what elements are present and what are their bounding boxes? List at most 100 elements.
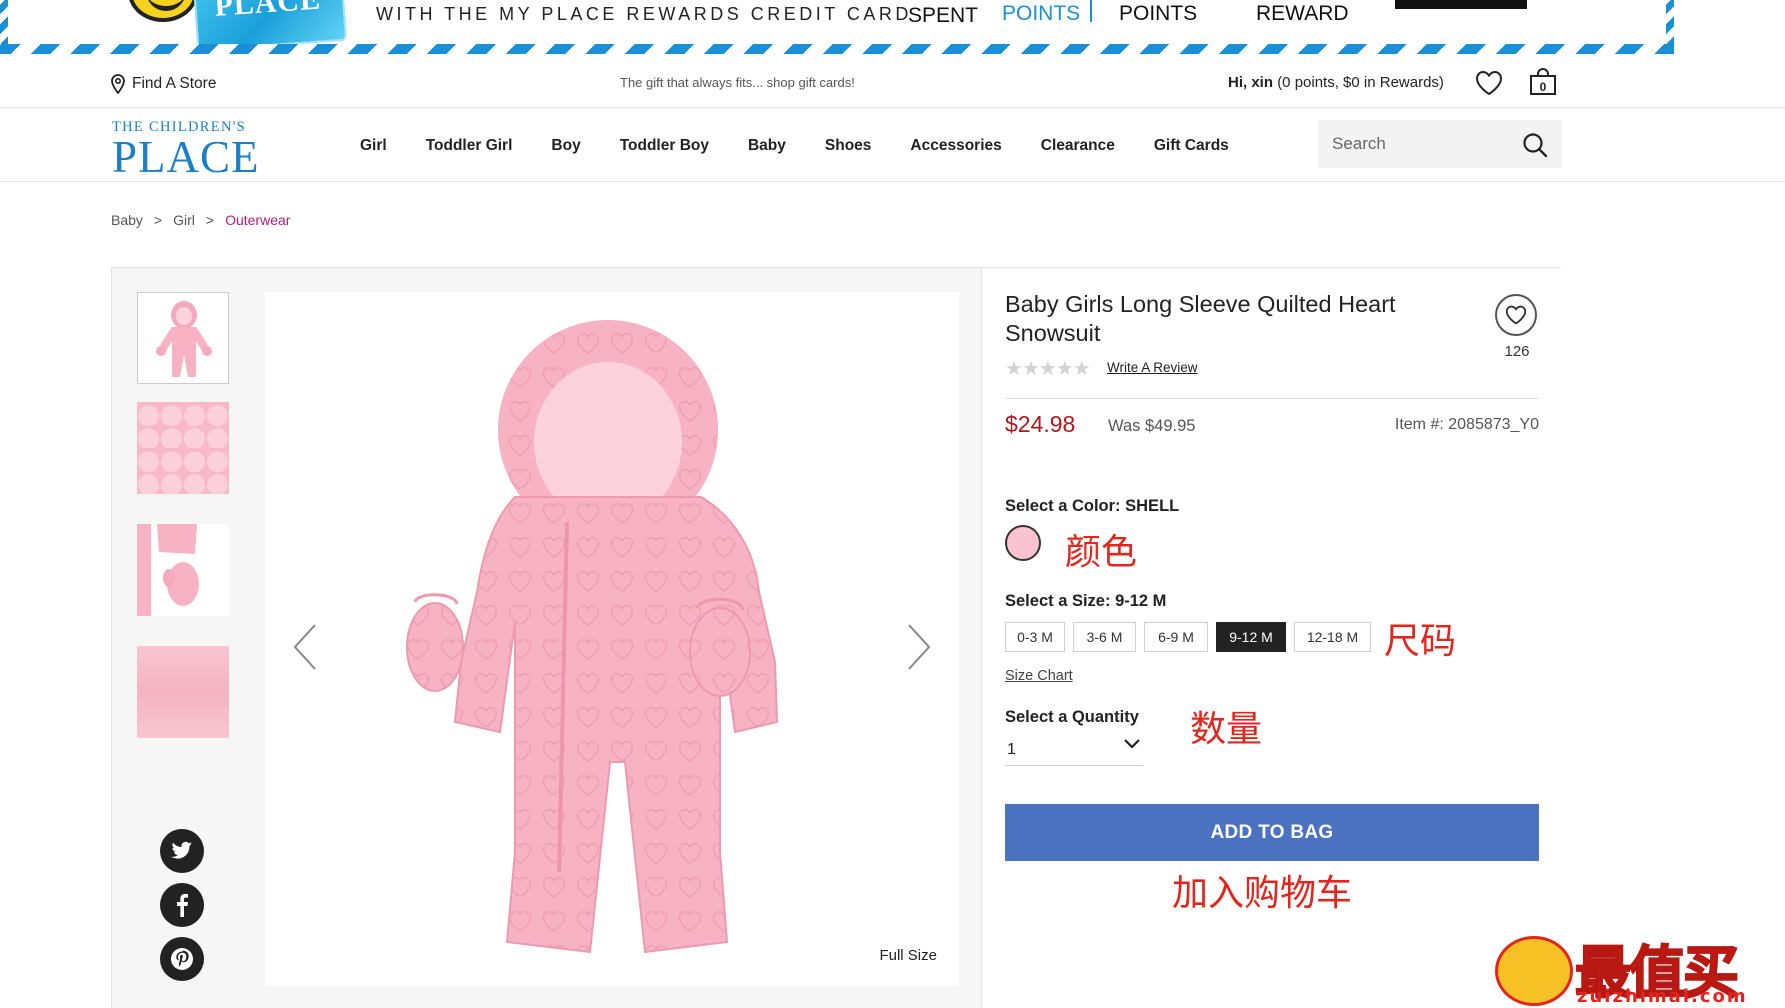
size-value: 9-12 M <box>1115 592 1167 610</box>
thumbnail-quilt-detail[interactable] <box>137 402 229 494</box>
breadcrumb: Baby > Girl > Outerwear <box>111 212 290 228</box>
gift-card-message-text: The gift that always fits... shop gift c… <box>620 75 855 90</box>
snowsuit-main-image <box>406 320 779 954</box>
nav-toddler-girl[interactable]: Toddler Girl <box>426 137 513 155</box>
sale-price: $24.98 <box>1005 411 1076 437</box>
quantity-value: 1 <box>1007 741 1016 758</box>
write-review-link[interactable]: Write A Review <box>1107 360 1198 375</box>
breadcrumb-baby[interactable]: Baby <box>111 212 143 228</box>
size-label-text: Select a Size: <box>1005 592 1111 610</box>
promo-divider <box>1090 0 1092 22</box>
star-icon: ★ <box>1038 358 1057 380</box>
divider <box>1005 398 1539 399</box>
annotation-color: 颜色 <box>1065 532 1138 573</box>
breadcrumb-separator: > <box>205 212 215 228</box>
size-option-3-6m[interactable]: 3-6 M <box>1073 622 1136 652</box>
annotation-quantity: 数量 <box>1190 709 1263 750</box>
greeting-rewards: (0 points, $0 in Rewards) <box>1277 74 1444 91</box>
color-label: Select a Color: SHELL <box>1005 497 1179 516</box>
next-image-arrow[interactable] <box>905 622 933 672</box>
size-option-0-3m[interactable]: 0-3 M <box>1005 622 1065 652</box>
search-input[interactable] <box>1332 132 1512 156</box>
thumbnail-fleece-lining[interactable] <box>137 646 229 738</box>
quantity-label: Select a Quantity <box>1005 708 1139 727</box>
nav-shoes[interactable]: Shoes <box>825 137 872 155</box>
favorite-heart-icon <box>1505 305 1527 325</box>
nav-toddler-boy[interactable]: Toddler Boy <box>620 137 709 155</box>
shopping-bag-button[interactable]: 0 <box>1529 68 1557 96</box>
breadcrumb-girl[interactable]: Girl <box>173 212 195 228</box>
star-icon: ★ <box>1005 358 1023 380</box>
bag-count: 0 <box>1540 80 1547 94</box>
color-label-text: Select a Color: <box>1005 497 1121 515</box>
mittens-thumbnail-image <box>137 524 199 616</box>
promo-points-blue: POINTS <box>1002 2 1081 25</box>
facebook-share-button[interactable] <box>160 883 204 927</box>
size-option-12-18m[interactable]: 12-18 M <box>1294 622 1371 652</box>
nav-boy[interactable]: Boy <box>551 137 580 155</box>
twitter-icon <box>171 841 193 859</box>
greeting-name: Hi, xin <box>1228 74 1274 91</box>
chevron-down-icon <box>1124 739 1140 749</box>
promo-reward: REWARD <box>1256 2 1349 25</box>
search-box <box>1318 120 1562 168</box>
site-logo[interactable]: THE CHILDREN'S PLACE <box>112 120 260 182</box>
star-icon: ★ <box>1055 358 1074 380</box>
full-size-link[interactable]: Full Size <box>879 947 937 964</box>
category-nav: Girl Toddler Girl Boy Toddler Boy Baby S… <box>360 137 1268 155</box>
color-swatch-shell[interactable] <box>1005 525 1041 561</box>
favorite-button[interactable] <box>1495 294 1537 336</box>
breadcrumb-current[interactable]: Outerwear <box>225 212 290 228</box>
product-title: Baby Girls Long Sleeve Quilted Heart Sno… <box>1005 291 1396 346</box>
main-product-image[interactable]: Full Size <box>265 292 959 986</box>
promo-spent: SPENT <box>908 4 979 27</box>
main-navigation: THE CHILDREN'S PLACE Girl Toddler Girl B… <box>0 108 1785 182</box>
nav-baby[interactable]: Baby <box>748 137 786 155</box>
search-icon[interactable] <box>1522 132 1548 158</box>
nav-gift-cards[interactable]: Gift Cards <box>1154 137 1229 155</box>
breadcrumb-separator: > <box>153 212 163 228</box>
promo-card-text: PLACE <box>213 0 322 23</box>
thumbnail-front[interactable] <box>137 292 229 384</box>
annotation-size: 尺码 <box>1384 621 1457 662</box>
promo-cta-button[interactable] <box>1395 0 1527 9</box>
utility-bar: Find A Store The gift that always fits..… <box>0 56 1785 108</box>
promo-banner[interactable]: PLACE WITH THE MY PLACE REWARDS CREDIT C… <box>0 0 1674 54</box>
original-price: Was $49.95 <box>1108 417 1196 435</box>
mascot-icon <box>1495 936 1573 1006</box>
star-icon: ★ <box>1021 358 1040 380</box>
product-panel: Full Size Baby Girls Long Sleeve Quilted… <box>111 267 1561 1008</box>
size-chart-link[interactable]: Size Chart <box>1005 668 1073 684</box>
item-number: Item #: 2085873_Y0 <box>1394 416 1539 433</box>
logo-line2: PLACE <box>112 132 260 182</box>
size-option-9-12m[interactable]: 9-12 M <box>1216 622 1286 652</box>
nav-accessories[interactable]: Accessories <box>910 137 1001 155</box>
quantity-select[interactable]: 1 <box>1005 734 1143 766</box>
size-option-6-9m[interactable]: 6-9 M <box>1144 622 1208 652</box>
location-pin-icon <box>111 74 125 94</box>
find-store-link[interactable]: Find A Store <box>111 74 216 94</box>
product-info: Baby Girls Long Sleeve Quilted Heart Sno… <box>981 268 1561 1008</box>
previous-image-arrow[interactable] <box>291 622 319 672</box>
account-greeting[interactable]: Hi, xin (0 points, $0 in Rewards) <box>1228 74 1444 91</box>
quantity-label-text: Select a Quantity <box>1005 708 1139 726</box>
add-to-bag-button[interactable]: ADD TO BAG <box>1005 804 1539 861</box>
shopping-bag-icon: 0 <box>1530 68 1556 95</box>
nav-clearance[interactable]: Clearance <box>1041 137 1115 155</box>
size-options: 0-3 M 3-6 M 6-9 M 9-12 M 12-18 M <box>1005 622 1379 652</box>
twitter-share-button[interactable] <box>160 829 204 873</box>
watermark-logo: 最值买 zuizhimai.com <box>1495 928 1785 1008</box>
gift-card-message[interactable]: The gift that always fits... shop gift c… <box>620 75 855 90</box>
promo-points: POINTS <box>1119 2 1198 25</box>
promo-stripe-left <box>0 0 8 46</box>
product-gallery: Full Size <box>112 268 981 1008</box>
nav-girl[interactable]: Girl <box>360 137 387 155</box>
pinterest-share-button[interactable] <box>160 937 204 981</box>
wishlist-heart-icon[interactable] <box>1475 70 1503 96</box>
pinterest-icon <box>171 948 193 970</box>
promo-stripe-bottom <box>0 44 1674 54</box>
promo-stripe-right <box>1666 0 1674 46</box>
rating-stars: ★ ★ ★ ★ ★ <box>1005 356 1091 381</box>
promo-coin-icon <box>128 0 198 22</box>
thumbnail-mittens[interactable] <box>137 524 229 616</box>
